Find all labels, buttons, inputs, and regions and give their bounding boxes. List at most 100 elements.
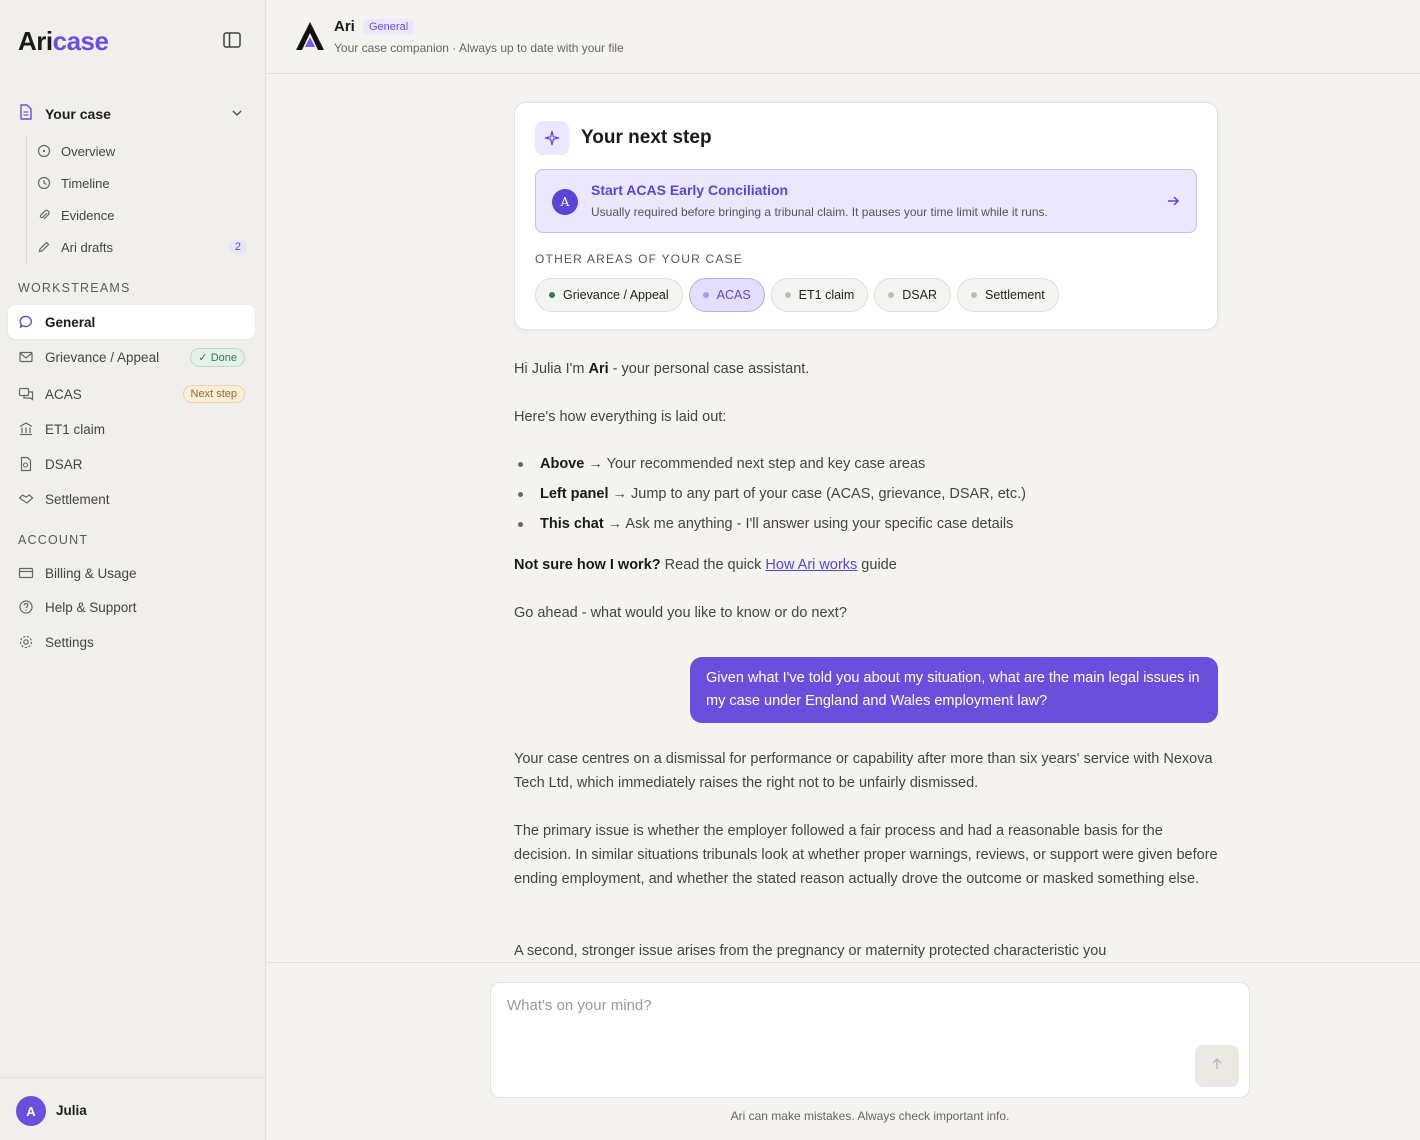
notsure-post: guide xyxy=(857,557,897,573)
sidebar-item-label: Timeline xyxy=(61,175,110,191)
chat-bubble-icon xyxy=(18,314,34,330)
sidebar-item-label: Settings xyxy=(45,634,94,650)
sidebar-item-evidence[interactable]: Evidence xyxy=(37,204,247,226)
your-case-label: Your case xyxy=(45,106,111,122)
user-profile[interactable]: A Julia xyxy=(0,1077,266,1140)
credit-card-icon xyxy=(18,565,34,581)
arrow-up-icon xyxy=(1210,1057,1224,1076)
next-step-title: Your next step xyxy=(581,127,712,148)
other-areas-label: OTHER AREAS OF YOUR CASE xyxy=(535,252,743,266)
disclaimer: Ari can make mistakes. Always check impo… xyxy=(730,1109,1010,1123)
bullet-bold: Left panel xyxy=(540,486,609,502)
chip-settlement[interactable]: Settlement xyxy=(956,278,1059,312)
bullet-text: → Your recommended next step and key cas… xyxy=(584,456,926,472)
drafts-count-badge: 2 xyxy=(228,240,247,254)
done-badge-text: Done xyxy=(210,351,237,364)
done-badge: ✓ Done xyxy=(190,347,245,367)
sidebar-item-et1-claim[interactable]: ET1 claim xyxy=(8,412,255,446)
arrow-right-icon xyxy=(1166,194,1180,213)
compass-icon xyxy=(37,144,51,158)
message-input[interactable] xyxy=(507,997,1187,1014)
next-step-action[interactable]: A Start ACAS Early Conciliation Usually … xyxy=(535,169,1197,233)
sidebar: Aricase Your case Overview Timeline Evid… xyxy=(0,0,266,1140)
user-name: Julia xyxy=(56,1103,87,1118)
assistant-reply-p1: Your case centres on a dismissal for per… xyxy=(514,751,1213,791)
notsure-bold: Not sure how I work? xyxy=(514,557,661,573)
chat-header: Ari General Your case companion · Always… xyxy=(266,0,1420,74)
sidebar-item-grievance[interactable]: Grievance / Appeal ✓ Done xyxy=(8,340,255,374)
case-subnav: Overview Timeline Evidence Ari drafts 2 xyxy=(26,136,247,264)
sidebar-item-help[interactable]: Help & Support xyxy=(8,590,255,624)
account-heading: ACCOUNT xyxy=(18,533,89,547)
document-icon xyxy=(18,103,33,125)
sidebar-item-label: Evidence xyxy=(61,207,115,223)
sidebar-item-settlement[interactable]: Settlement xyxy=(8,482,255,516)
send-button[interactable] xyxy=(1195,1045,1239,1087)
chip-label: ET1 claim xyxy=(798,288,855,302)
sidebar-item-label: Help & Support xyxy=(45,599,137,615)
bullet-text: → Jump to any part of your case (ACAS, g… xyxy=(608,486,1026,502)
sidebar-item-label: General xyxy=(45,314,96,330)
sidebar-item-label: Ari drafts xyxy=(61,239,114,255)
bullet-bold: Above xyxy=(540,456,585,472)
conversation-icon xyxy=(18,386,34,402)
composer-area: Ari can make mistakes. Always check impo… xyxy=(266,962,1420,1140)
sidebar-item-overview[interactable]: Overview xyxy=(37,140,247,162)
chip-label: DSAR xyxy=(902,288,937,302)
layout-intro: Here's how everything is laid out: xyxy=(514,409,727,425)
user-message-bubble: Given what I've told you about my situat… xyxy=(690,657,1218,723)
pencil-icon xyxy=(37,240,51,254)
sidebar-item-dsar[interactable]: DSAR xyxy=(8,447,255,481)
sidebar-collapse-icon[interactable] xyxy=(222,30,244,52)
brand-part1: Ari xyxy=(18,26,53,56)
clock-icon xyxy=(37,176,51,190)
chip-label: Grievance / Appeal xyxy=(563,288,669,302)
workstreams-heading: WORKSTREAMS xyxy=(18,281,131,295)
chip-acas[interactable]: ACAS xyxy=(688,278,765,312)
sidebar-item-ari-drafts[interactable]: Ari drafts 2 xyxy=(37,236,247,258)
assistant-name: Ari xyxy=(334,18,355,35)
sidebar-item-settings[interactable]: Settings xyxy=(8,625,255,659)
next-step-card: Your next step A Start ACAS Early Concil… xyxy=(514,102,1218,330)
chip-grievance[interactable]: Grievance / Appeal xyxy=(535,278,683,312)
sidebar-item-timeline[interactable]: Timeline xyxy=(37,172,247,194)
sidebar-item-label: DSAR xyxy=(45,456,83,472)
chip-et1[interactable]: ET1 claim xyxy=(770,278,869,312)
chip-dsar[interactable]: DSAR xyxy=(874,278,951,312)
gear-icon xyxy=(18,634,34,650)
status-dot xyxy=(784,292,791,298)
list-item: Left panel → Jump to any part of your ca… xyxy=(514,482,1218,512)
sidebar-item-label: ACAS xyxy=(45,386,82,402)
sidebar-item-label: Settlement xyxy=(45,491,110,507)
bullet-bold: This chat xyxy=(540,516,604,532)
how-ari-works-link[interactable]: How Ari works xyxy=(765,557,857,573)
handshake-icon xyxy=(18,491,34,507)
brand-part2: case xyxy=(52,26,109,56)
chip-label: Settlement xyxy=(984,288,1045,302)
status-dot xyxy=(702,292,709,298)
sidebar-item-general[interactable]: General xyxy=(8,305,255,339)
status-dot xyxy=(970,292,977,298)
ari-logo-icon xyxy=(294,20,326,52)
brand-logo[interactable]: Aricase xyxy=(18,26,109,57)
chevron-down-icon xyxy=(230,106,244,125)
go-ahead-prompt: Go ahead - what would you like to know o… xyxy=(514,605,847,621)
sidebar-item-label: ET1 claim xyxy=(45,421,106,437)
courthouse-icon xyxy=(18,421,34,437)
paperclip-icon xyxy=(37,208,51,222)
your-case-toggle[interactable]: Your case xyxy=(18,103,248,125)
chip-label: ACAS xyxy=(716,288,751,302)
greeting-name: Ari xyxy=(588,361,609,377)
sparkle-icon xyxy=(535,121,569,155)
bullet-text: → Ask me anything - I'll answer using yo… xyxy=(603,516,1014,532)
sidebar-item-acas[interactable]: ACAS Next step xyxy=(8,377,255,411)
help-circle-icon xyxy=(18,599,34,615)
status-dot xyxy=(549,292,555,298)
mail-icon xyxy=(18,349,34,365)
assistant-reply-p3: A second, stronger issue arises from the… xyxy=(514,943,1107,959)
step-description: Usually required before bringing a tribu… xyxy=(591,205,1048,219)
how-it-works-line: Not sure how I work? Read the quick How … xyxy=(514,553,1218,577)
step-avatar: A xyxy=(552,189,578,215)
sidebar-item-billing[interactable]: Billing & Usage xyxy=(8,556,255,590)
assistant-subtitle: Your case companion · Always up to date … xyxy=(334,41,624,55)
